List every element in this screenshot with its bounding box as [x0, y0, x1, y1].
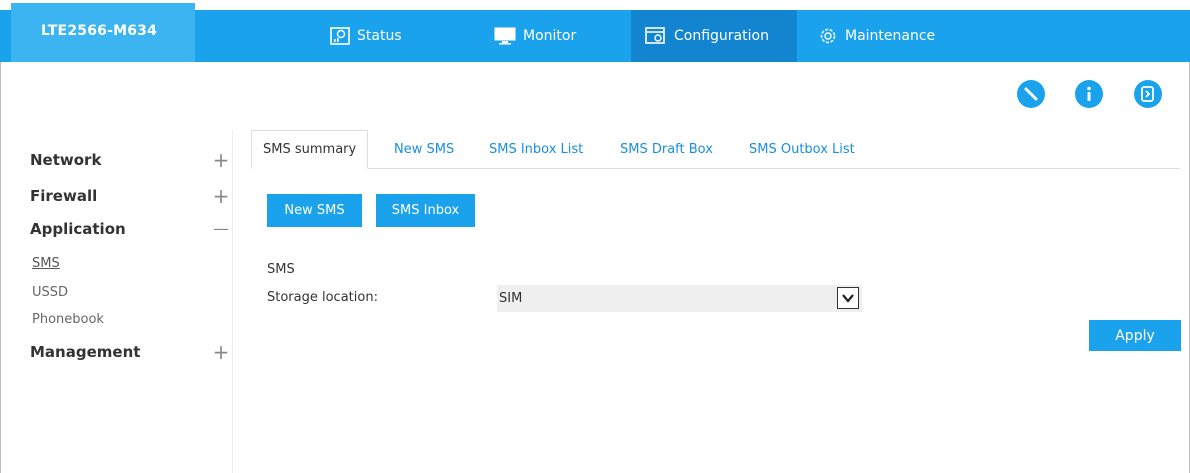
sidebar-subitem-ussd[interactable]: USSD	[32, 285, 68, 300]
sidebar-item-management[interactable]: Management +	[30, 342, 230, 362]
sidebar-item-firewall[interactable]: Firewall +	[30, 186, 230, 206]
content-divider	[232, 130, 233, 473]
sms-inbox-button[interactable]: SMS Inbox	[376, 194, 475, 227]
nav-status[interactable]: Status	[316, 10, 416, 62]
nav-configuration-label: Configuration	[674, 28, 769, 44]
dropdown-arrow[interactable]	[837, 287, 859, 309]
wizard-button[interactable]	[1017, 80, 1045, 108]
nav-monitor[interactable]: Monitor	[480, 10, 590, 62]
collapse-application-icon[interactable]: —	[212, 221, 230, 237]
logout-icon	[1141, 86, 1154, 102]
sidebar-item-network[interactable]: Network +	[30, 150, 230, 170]
expand-firewall-icon[interactable]: +	[212, 186, 230, 206]
configuration-icon	[645, 27, 665, 44]
tab-bar: SMS summary New SMS SMS Inbox List SMS D…	[251, 130, 1180, 169]
monitor-icon	[494, 27, 516, 45]
nav-maintenance-label: Maintenance	[845, 28, 936, 44]
sidebar-subitem-phonebook[interactable]: Phonebook	[32, 312, 104, 327]
nav-monitor-label: Monitor	[523, 28, 577, 44]
info-button[interactable]	[1075, 80, 1103, 108]
tab-sms-draft-box[interactable]: SMS Draft Box	[620, 130, 713, 169]
sidebar-item-application-label: Application	[30, 220, 126, 238]
model-name: LTE2566-M634	[11, 3, 195, 62]
wizard-icon	[1024, 87, 1038, 101]
gear-icon	[820, 28, 836, 44]
sidebar-item-management-label: Management	[30, 343, 141, 361]
storage-location-select[interactable]: SIM	[497, 285, 862, 312]
expand-management-icon[interactable]: +	[212, 342, 230, 362]
sidebar-item-application[interactable]: Application —	[30, 220, 230, 238]
storage-location-label: Storage location:	[267, 290, 378, 305]
sidebar-subitem-sms[interactable]: SMS	[32, 256, 60, 271]
section-title: SMS	[267, 262, 295, 277]
nav-maintenance[interactable]: Maintenance	[804, 10, 949, 62]
nav-configuration[interactable]: Configuration	[631, 10, 797, 62]
logout-button[interactable]	[1134, 80, 1162, 108]
nav-status-label: Status	[357, 28, 402, 44]
expand-network-icon[interactable]: +	[212, 150, 230, 170]
new-sms-button[interactable]: New SMS	[267, 194, 362, 227]
tab-new-sms[interactable]: New SMS	[394, 130, 454, 169]
tab-sms-summary[interactable]: SMS summary	[251, 130, 369, 169]
tab-sms-outbox-list[interactable]: SMS Outbox List	[749, 130, 855, 169]
storage-location-value: SIM	[499, 291, 523, 306]
tab-sms-inbox-list[interactable]: SMS Inbox List	[489, 130, 583, 169]
sidebar-item-network-label: Network	[30, 151, 102, 169]
status-icon	[330, 27, 350, 45]
sidebar-item-firewall-label: Firewall	[30, 187, 98, 205]
chevron-down-icon	[842, 294, 854, 303]
info-icon	[1087, 86, 1091, 101]
apply-button[interactable]: Apply	[1089, 320, 1181, 351]
